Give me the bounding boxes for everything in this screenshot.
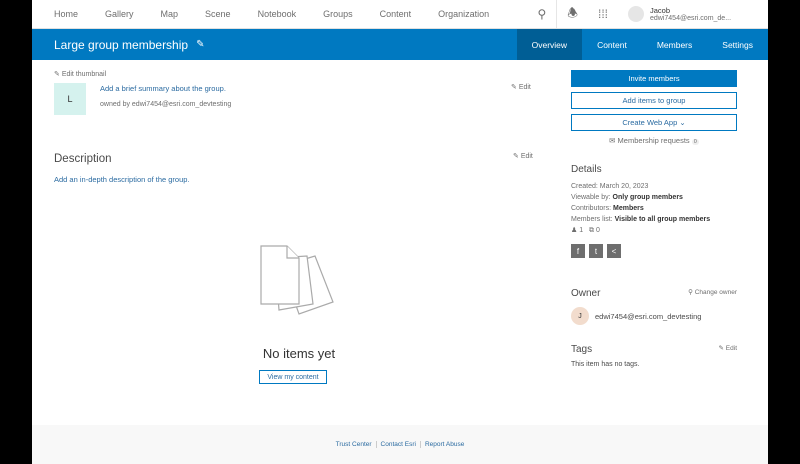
nav-scene[interactable]: Scene xyxy=(205,9,231,19)
contributors-label: Contributors: xyxy=(571,205,612,212)
tab-content[interactable]: Content xyxy=(582,29,642,60)
nav-map[interactable]: Map xyxy=(161,9,179,19)
nav-home[interactable]: Home xyxy=(54,9,78,19)
edit-title-icon[interactable]: ✎ xyxy=(196,39,204,50)
edit-label: Edit xyxy=(518,84,531,91)
owner-section: Owner ⚲ Change owner J edwi7454@esri.com… xyxy=(571,288,737,325)
bell-icon[interactable]: 🕭 xyxy=(557,4,588,25)
empty-state-title: No items yet xyxy=(262,346,336,361)
user-name: Jacob xyxy=(650,6,671,15)
details-heading: Details xyxy=(571,164,602,175)
edit-label: Edit xyxy=(725,345,737,352)
created-date: Created: March 20, 2023 xyxy=(571,183,649,190)
content-count: 0 xyxy=(595,227,600,234)
owned-by: owned by edwi7454@esri.com_devtesting xyxy=(100,101,232,108)
member-icon: ♟ xyxy=(571,227,578,234)
edit-tags-button[interactable]: ✎ Edit xyxy=(719,344,737,352)
page: Home Gallery Map Scene Notebook Groups C… xyxy=(32,0,768,464)
tab-overview[interactable]: Overview xyxy=(516,29,583,60)
search-icon[interactable]: ⚲ xyxy=(527,7,556,21)
chevron-down-icon: ⌄ xyxy=(679,118,686,127)
edit-summary-button[interactable]: ✎ Edit xyxy=(511,83,531,91)
requests-count-badge: 0 xyxy=(691,139,699,145)
membership-requests-link[interactable]: ✉ Membership requests 0 xyxy=(571,136,737,145)
viewable-by: Viewable by: Only group members xyxy=(571,192,737,203)
viewable-value: Only group members xyxy=(612,194,683,201)
change-owner-link[interactable]: ⚲ Change owner xyxy=(688,288,737,296)
no-tags-text: This item has no tags. xyxy=(571,361,640,368)
share-buttons: f t < xyxy=(571,244,737,258)
edit-label: Edit xyxy=(520,153,533,160)
content-icon: ⧉ xyxy=(588,227,594,234)
user-email: edwi7454@esri.com_de... xyxy=(650,15,732,22)
contributors: Contributors: Members xyxy=(571,203,737,214)
members-list-value: Visible to all group members xyxy=(614,216,711,223)
members-list-label: Members list: xyxy=(571,216,613,223)
change-owner-label: Change owner xyxy=(694,289,737,296)
main-column: ✎ Edit thumbnail L Add a brief summary a… xyxy=(54,70,544,384)
add-items-button[interactable]: Add items to group xyxy=(571,92,737,109)
members-list: Members list: Visible to all group membe… xyxy=(571,214,737,225)
nav-gallery[interactable]: Gallery xyxy=(105,9,134,19)
avatar xyxy=(628,6,644,22)
report-abuse-link[interactable]: Report Abuse xyxy=(421,441,468,448)
membership-requests-label: Membership requests xyxy=(617,136,690,145)
create-web-app-label: Create Web App xyxy=(622,118,678,127)
contributors-value: Members xyxy=(613,205,644,212)
nav-notebook[interactable]: Notebook xyxy=(258,9,297,19)
tags-section: Tags ✎ Edit This item has no tags. xyxy=(571,344,737,368)
empty-documents-icon xyxy=(260,245,334,315)
nav-groups[interactable]: Groups xyxy=(323,9,353,19)
description-link[interactable]: Add an in-depth description of the group… xyxy=(54,175,190,184)
owner-email[interactable]: edwi7454@esri.com_devtesting xyxy=(595,312,701,321)
members-count: 1 xyxy=(579,227,584,234)
owner-avatar: J xyxy=(571,307,589,325)
user-menu[interactable]: Jacob edwi7454@esri.com_de... xyxy=(618,6,768,22)
share-icon[interactable]: < xyxy=(607,244,621,258)
edit-thumbnail-link[interactable]: ✎ Edit thumbnail xyxy=(54,70,544,78)
edit-description-button[interactable]: ✎ Edit xyxy=(513,152,533,160)
details-list: Created: March 20, 2023 Viewable by: Onl… xyxy=(571,181,737,236)
group-banner: Large group membership ✎ Overview Conten… xyxy=(32,29,768,60)
twitter-icon[interactable]: t xyxy=(589,244,603,258)
create-web-app-button[interactable]: Create Web App ⌄ xyxy=(571,114,737,131)
trust-center-link[interactable]: Trust Center xyxy=(332,441,377,448)
sidebar: Invite members Add items to group Create… xyxy=(571,70,737,368)
top-nav: Home Gallery Map Scene Notebook Groups C… xyxy=(32,0,768,29)
viewable-label: Viewable by: xyxy=(571,194,611,201)
description-heading: Description xyxy=(54,153,112,165)
tab-settings[interactable]: Settings xyxy=(707,29,768,60)
invite-members-button[interactable]: Invite members xyxy=(571,70,737,87)
tab-members[interactable]: Members xyxy=(642,29,707,60)
contact-esri-link[interactable]: Contact Esri xyxy=(377,441,421,448)
footer: Trust Center Contact Esri Report Abuse xyxy=(32,425,768,464)
facebook-icon[interactable]: f xyxy=(571,244,585,258)
nav-organization[interactable]: Organization xyxy=(438,9,489,19)
view-my-content-button[interactable]: View my content xyxy=(259,370,327,384)
envelope-icon: ✉ xyxy=(609,136,616,145)
group-title: Large group membership xyxy=(54,37,189,52)
group-thumbnail[interactable]: L xyxy=(54,83,86,115)
nav-content[interactable]: Content xyxy=(380,9,412,19)
summary-link[interactable]: Add a brief summary about the group. xyxy=(100,84,226,93)
app-launcher-icon[interactable]: ⁞⁞⁞ xyxy=(588,7,618,21)
tags-heading: Tags xyxy=(571,344,593,355)
edit-thumbnail-label: Edit thumbnail xyxy=(61,71,107,78)
